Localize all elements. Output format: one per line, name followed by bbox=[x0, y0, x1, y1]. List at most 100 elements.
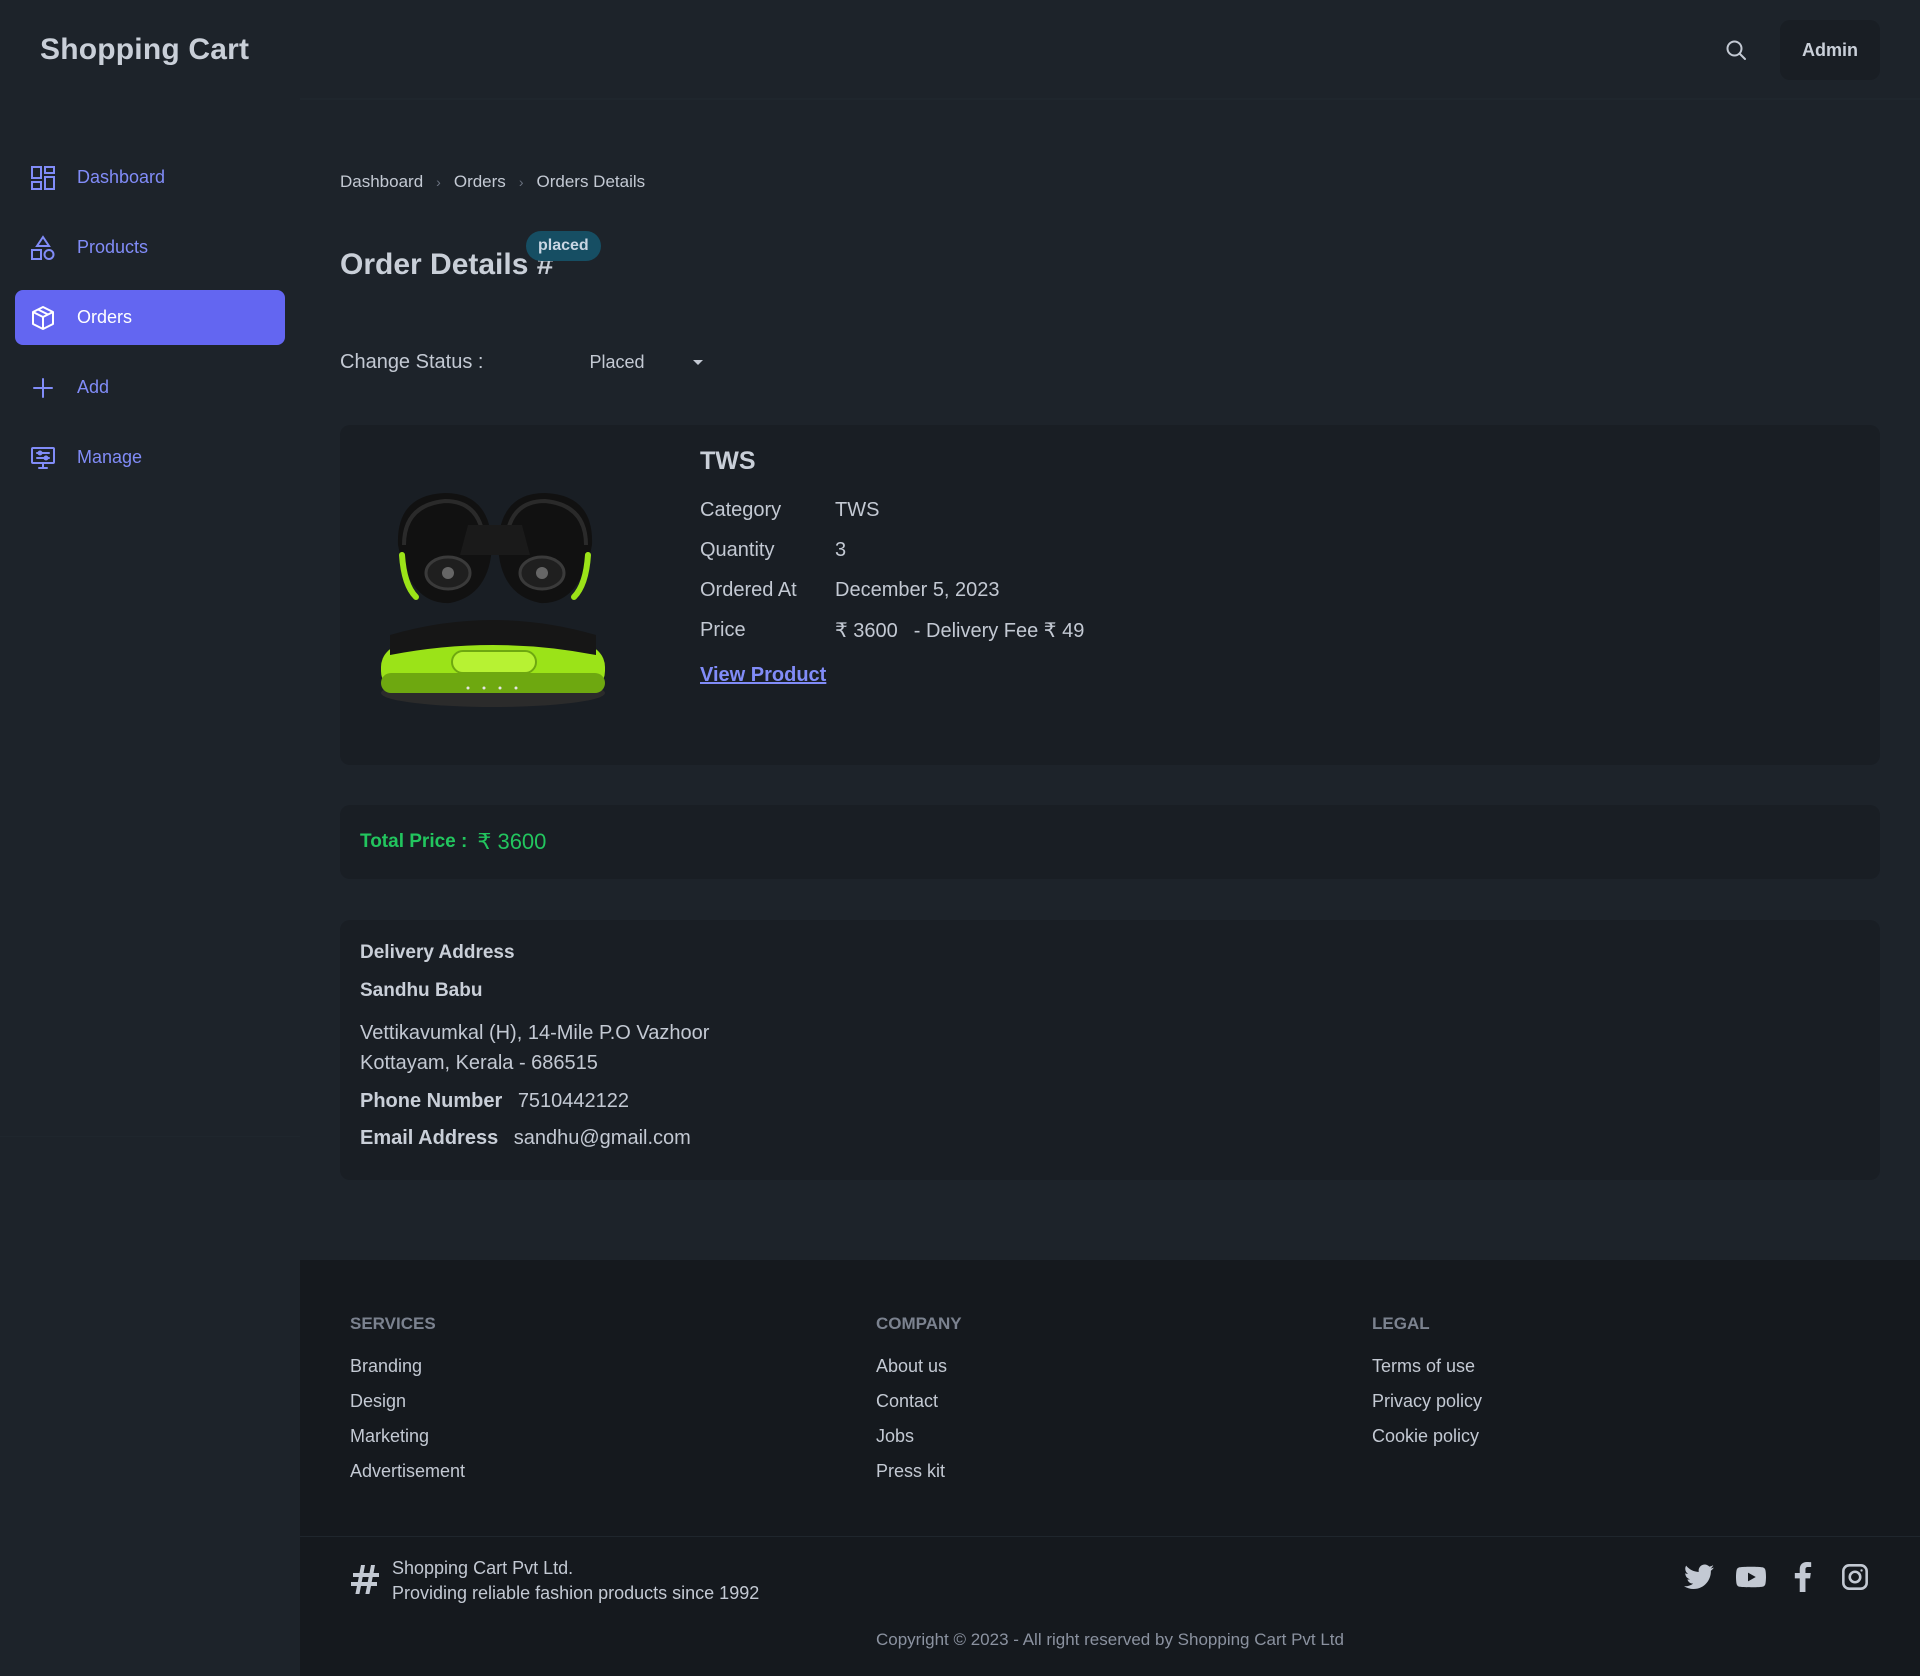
monitor-icon bbox=[29, 444, 57, 472]
status-select[interactable]: Placed bbox=[573, 342, 713, 382]
product-card: TWS Category TWS Quantity 3 Ordered At D… bbox=[340, 425, 1880, 765]
search-icon bbox=[1726, 40, 1746, 60]
status-select-value: Placed bbox=[589, 351, 645, 372]
copyright-text: Copyright © 2023 - All right reserved by… bbox=[876, 1630, 1344, 1649]
footer-brand-text: Shopping Cart Pvt Ltd. Providing reliabl… bbox=[392, 1556, 759, 1606]
customer-name: Sandhu Babu bbox=[360, 980, 483, 1001]
phone-value: 7510442122 bbox=[517, 1090, 630, 1112]
product-info: TWS Category TWS Quantity 3 Ordered At D… bbox=[700, 447, 1084, 687]
address-line-1: Vettikavumkal (H), 14-Mile P.O Vazhoor bbox=[360, 1022, 710, 1044]
footer-services: SERVICES Branding Design Marketing Adver… bbox=[350, 1314, 465, 1496]
sidebar-item-label: Manage bbox=[77, 447, 143, 467]
youtube-icon[interactable] bbox=[1736, 1562, 1766, 1592]
footer-company-title: COMPANY bbox=[876, 1314, 962, 1333]
sidebar-item-products[interactable]: Products bbox=[15, 220, 285, 275]
footer-link-advertisement[interactable]: Advertisement bbox=[350, 1461, 465, 1482]
footer-link-press-kit[interactable]: Press kit bbox=[876, 1461, 962, 1482]
quantity-label: Quantity bbox=[700, 538, 775, 561]
sidebar-item-add[interactable]: Add bbox=[15, 360, 285, 415]
category-value: TWS bbox=[835, 498, 880, 521]
sidebar-item-label: Add bbox=[77, 377, 110, 397]
sidebar-item-manage[interactable]: Manage bbox=[15, 430, 285, 485]
footer-link-branding[interactable]: Branding bbox=[350, 1356, 465, 1377]
box-icon bbox=[29, 304, 57, 332]
phone-row: Phone Number 7510442122 bbox=[360, 1090, 1860, 1113]
breadcrumb-orders[interactable]: Orders bbox=[454, 172, 506, 192]
footer-link-jobs[interactable]: Jobs bbox=[876, 1426, 962, 1447]
total-price-value: ₹ 3600 bbox=[477, 829, 547, 854]
breadcrumb: Dashboard › Orders › Orders Details bbox=[340, 172, 645, 192]
dashboard-icon bbox=[29, 164, 57, 192]
sidebar-item-label: Products bbox=[77, 237, 149, 257]
total-price-card: Total Price : ₹ 3600 bbox=[340, 805, 1880, 879]
footer-link-about-us[interactable]: About us bbox=[876, 1356, 962, 1377]
sidebar-item-label: Dashboard bbox=[77, 167, 166, 187]
top-navbar: Shopping Cart Admin bbox=[0, 0, 1920, 100]
footer-link-design[interactable]: Design bbox=[350, 1391, 465, 1412]
ordered-at-label: Ordered At bbox=[700, 578, 797, 601]
plus-icon bbox=[29, 374, 57, 402]
search-button[interactable] bbox=[1706, 20, 1766, 80]
navbar-divider bbox=[300, 98, 1920, 100]
category-row: Category TWS bbox=[700, 490, 1084, 530]
delivery-address-card: Delivery Address Sandhu Babu Vettikavumk… bbox=[340, 920, 1880, 1180]
delivery-address-heading: Delivery Address bbox=[360, 942, 515, 963]
navbar-actions: Admin bbox=[1706, 20, 1880, 80]
facebook-icon[interactable] bbox=[1788, 1562, 1818, 1592]
footer-legal: LEGAL Terms of use Privacy policy Cookie… bbox=[1372, 1314, 1482, 1461]
breadcrumb-dashboard[interactable]: Dashboard bbox=[340, 172, 423, 192]
footer-link-privacy[interactable]: Privacy policy bbox=[1372, 1391, 1482, 1412]
footer-legal-title: LEGAL bbox=[1372, 1314, 1430, 1333]
status-badge: placed bbox=[526, 231, 601, 261]
footer-company-name: Shopping Cart Pvt Ltd. bbox=[392, 1558, 574, 1578]
chevron-right-icon: › bbox=[436, 174, 441, 190]
sidebar-divider bbox=[0, 1136, 300, 1137]
hash-gear-icon bbox=[350, 1563, 380, 1600]
quantity-value: 3 bbox=[835, 538, 847, 561]
ordered-at-value: December 5, 2023 bbox=[835, 578, 1000, 601]
instagram-icon[interactable] bbox=[1840, 1562, 1870, 1592]
view-product-link[interactable]: View Product bbox=[700, 664, 826, 687]
footer: SERVICES Branding Design Marketing Adver… bbox=[300, 1260, 1920, 1676]
price-value: ₹ 3600 bbox=[835, 619, 898, 642]
quantity-row: Quantity 3 bbox=[700, 530, 1084, 570]
footer-columns: SERVICES Branding Design Marketing Adver… bbox=[350, 1314, 1920, 1554]
admin-menu-button[interactable]: Admin bbox=[1780, 20, 1880, 80]
address-line-2: Kottayam, Kerala - 686515 bbox=[360, 1052, 598, 1074]
footer-link-cookie[interactable]: Cookie policy bbox=[1372, 1426, 1482, 1447]
caret-down-icon bbox=[693, 359, 704, 365]
product-name: TWS bbox=[700, 447, 756, 475]
change-status-row: Change Status : Placed bbox=[340, 342, 713, 382]
twitter-icon[interactable] bbox=[1684, 1562, 1714, 1592]
category-label: Category bbox=[700, 498, 782, 521]
footer-link-contact[interactable]: Contact bbox=[876, 1391, 962, 1412]
app-brand[interactable]: Shopping Cart bbox=[40, 33, 249, 67]
delivery-fee: - Delivery Fee ₹ 49 bbox=[913, 619, 1085, 642]
footer-link-terms[interactable]: Terms of use bbox=[1372, 1356, 1482, 1377]
chevron-right-icon: › bbox=[518, 174, 524, 190]
phone-label: Phone Number bbox=[360, 1090, 503, 1112]
shapes-icon bbox=[29, 234, 57, 262]
sidebar-item-dashboard[interactable]: Dashboard bbox=[15, 150, 285, 205]
page-title: Order Details # bbox=[340, 248, 554, 281]
breadcrumb-order-details: Orders Details bbox=[536, 172, 646, 191]
footer-link-marketing[interactable]: Marketing bbox=[350, 1426, 465, 1447]
footer-brand: Shopping Cart Pvt Ltd. Providing reliabl… bbox=[350, 1556, 759, 1606]
footer-tagline: Providing reliable fashion products sinc… bbox=[392, 1583, 760, 1603]
price-row: Price ₹ 3600 - Delivery Fee ₹ 49 bbox=[700, 610, 1084, 650]
email-row: Email Address sandhu@gmail.com bbox=[360, 1127, 1860, 1150]
footer-services-title: SERVICES bbox=[350, 1314, 436, 1333]
sidebar: Dashboard Products Orders Add Manage bbox=[0, 100, 300, 1260]
sidebar-item-label: Orders bbox=[77, 307, 133, 327]
social-links bbox=[1684, 1562, 1870, 1592]
footer-divider bbox=[300, 1536, 1920, 1537]
email-value: sandhu@gmail.com bbox=[513, 1127, 691, 1149]
email-label: Email Address bbox=[360, 1127, 499, 1149]
sidebar-item-orders[interactable]: Orders bbox=[15, 290, 285, 345]
total-price-label: Total Price : bbox=[360, 831, 468, 852]
footer-company: COMPANY About us Contact Jobs Press kit bbox=[876, 1314, 962, 1496]
product-image bbox=[380, 485, 610, 715]
sidebar-menu: Dashboard Products Orders Add Manage bbox=[15, 150, 285, 500]
change-status-label: Change Status : bbox=[340, 350, 484, 373]
ordered-at-row: Ordered At December 5, 2023 bbox=[700, 570, 1084, 610]
